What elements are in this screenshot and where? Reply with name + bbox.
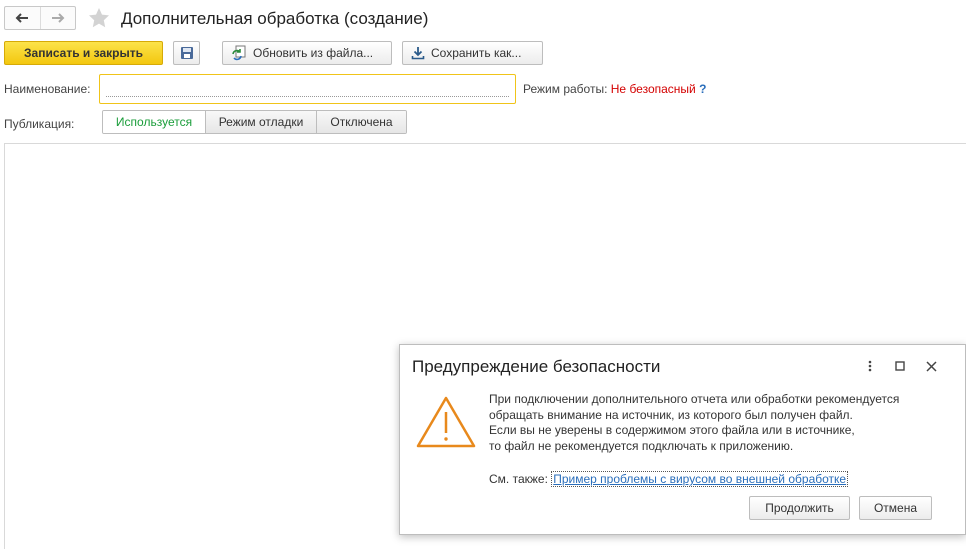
page-title: Дополнительная обработка (создание) — [121, 9, 429, 28]
mode-label: Режим работы: — [523, 82, 608, 96]
security-warning-dialog: Предупреждение безопасности При подключе… — [399, 344, 966, 535]
publication-label: Публикация: — [4, 117, 75, 131]
name-field[interactable] — [99, 74, 516, 104]
dialog-close-button[interactable] — [922, 357, 940, 375]
see-also-label: См. также: — [489, 472, 548, 486]
name-input[interactable] — [106, 81, 509, 97]
mode-help-icon[interactable]: ? — [699, 82, 706, 96]
save-as-button[interactable]: Сохранить как... — [402, 41, 543, 65]
arrow-right-icon — [51, 13, 65, 23]
star-icon — [89, 8, 109, 28]
floppy-icon — [180, 47, 193, 59]
warning-triangle-icon — [415, 395, 477, 452]
dialog-maximize-button[interactable] — [891, 357, 909, 375]
save-button[interactable] — [173, 41, 200, 65]
continue-button[interactable]: Продолжить — [749, 496, 850, 520]
mode-value[interactable]: Не безопасный — [611, 82, 696, 96]
name-label: Наименование: — [4, 82, 91, 96]
update-from-file-label: Обновить из файла... — [253, 46, 374, 60]
close-icon — [925, 360, 937, 372]
favorite-button[interactable] — [88, 7, 110, 31]
download-icon — [411, 47, 425, 60]
dialog-title: Предупреждение безопасности — [412, 357, 661, 376]
dialog-message-line: то файл не рекомендуется подключать к пр… — [489, 438, 794, 453]
forward-button[interactable] — [39, 7, 75, 29]
save-as-label: Сохранить как... — [431, 46, 522, 60]
cancel-button[interactable]: Отмена — [859, 496, 932, 520]
dialog-message: При подключении дополнительного отчета и… — [489, 392, 899, 454]
dialog-message-line: обращать внимание на источник, из которо… — [489, 407, 853, 422]
dialog-message-line: При подключении дополнительного отчета и… — [489, 392, 900, 406]
refresh-file-icon — [232, 45, 246, 61]
maximize-icon — [895, 361, 905, 371]
publication-option-debug[interactable]: Режим отладки — [205, 111, 316, 133]
dialog-menu-button[interactable] — [861, 357, 879, 375]
save-and-close-button[interactable]: Записать и закрыть — [4, 41, 163, 65]
back-button[interactable] — [5, 7, 40, 29]
more-vertical-icon — [868, 360, 872, 372]
arrow-left-icon — [16, 13, 29, 23]
navigation-buttons — [4, 6, 76, 30]
publication-option-used[interactable]: Используется — [103, 111, 205, 133]
see-also-link[interactable]: Пример проблемы с вирусом во внешней обр… — [551, 471, 849, 487]
update-from-file-button[interactable]: Обновить из файла... — [222, 41, 392, 65]
see-also-row: См. также: Пример проблемы с вирусом во … — [489, 471, 849, 487]
mode-row: Режим работы: Не безопасный ? — [523, 82, 706, 96]
publication-toggle: Используется Режим отладки Отключена — [102, 110, 407, 134]
dialog-message-line: Если вы не уверены в содержимом этого фа… — [489, 423, 855, 437]
publication-option-disabled[interactable]: Отключена — [316, 111, 406, 133]
